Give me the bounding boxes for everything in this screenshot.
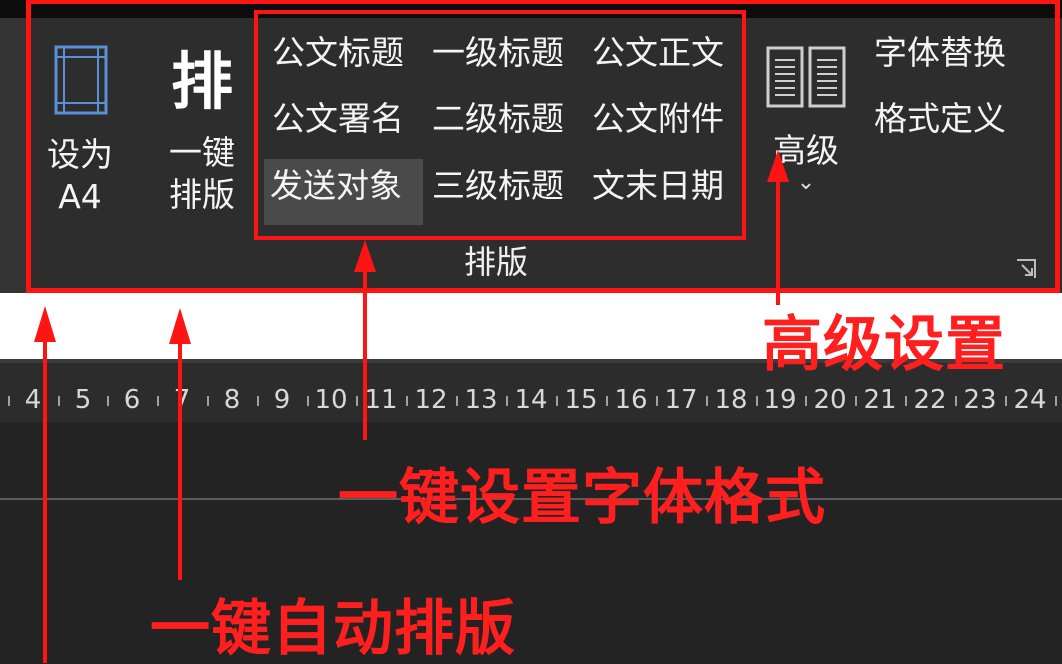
annotation-one-key-font-format: 一键设置字体格式	[338, 463, 826, 533]
annotation-advanced-settings: 高级设置	[762, 310, 1006, 380]
annotation-one-key-auto-layout: 一键自动排版	[150, 594, 516, 664]
